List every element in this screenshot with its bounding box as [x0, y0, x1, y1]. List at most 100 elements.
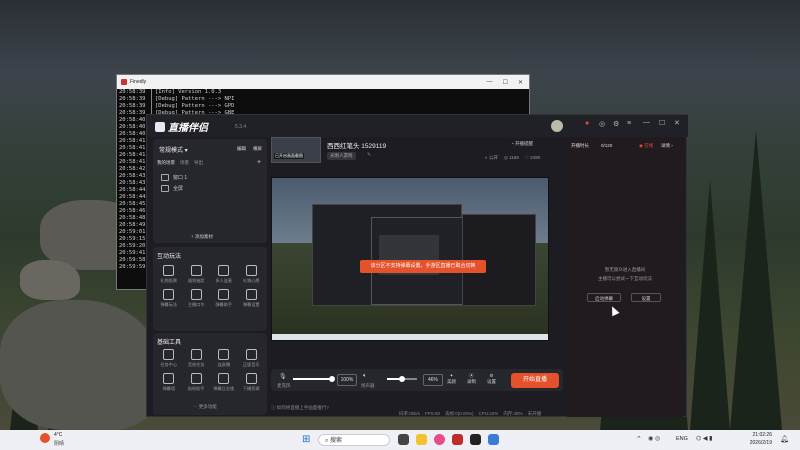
tool-label: 贴纸助手 [187, 385, 205, 391]
details-button[interactable]: 详情 › [661, 143, 673, 149]
notification-bell-icon[interactable]: 🔔︎ [780, 435, 789, 443]
live-reminder-button[interactable]: ◔ 开播提醒 [511, 141, 533, 147]
tool-item[interactable]: 主播口令 [183, 287, 211, 309]
cover-thumbnail[interactable]: 已开启画面截图 [271, 137, 321, 163]
tool-item[interactable]: 连屏播 [210, 347, 238, 369]
microphone-icon[interactable]: 🎙︎ [279, 373, 287, 380]
browser-icon[interactable] [434, 434, 445, 445]
logo-mark-icon [155, 122, 165, 132]
close-icon[interactable]: ✕ [674, 119, 680, 127]
enable-danmaku-button[interactable]: 启动弹幕 [587, 293, 621, 302]
taskbar-search[interactable]: ⌕ 搜索 [318, 434, 390, 446]
speaker-slider[interactable] [387, 376, 417, 382]
app-titlebar[interactable]: 直播伴侣 5.3.4 ● ◎ ⚙ ≡ — ☐ ✕ [147, 115, 688, 137]
more-functions-button[interactable]: ··· 更多功能 [193, 404, 217, 410]
mic-volume[interactable]: 100% [337, 374, 357, 386]
live-state: 未开播 [527, 411, 542, 416]
control-bar: 🎙︎ 麦克风 100% 🔈︎ 扬声器 46% ✦ 美颜 ⦿ 录制 ⚙ 设置 开始直播 [271, 369, 563, 391]
tool-item[interactable]: 任务中心 [155, 347, 183, 369]
speaker-icon[interactable]: 🔈︎ [363, 373, 367, 380]
file-explorer-icon[interactable] [416, 434, 427, 445]
tool-icon [190, 372, 202, 384]
notification-icon[interactable]: ● [585, 120, 589, 127]
room-title[interactable]: 西西红笔头 1529119 [327, 140, 386, 150]
chat-settings-button[interactable]: 设置 [631, 293, 661, 302]
tool-item[interactable]: 礼物投票 [155, 263, 183, 285]
clock-time[interactable]: 21:02:26 [736, 432, 772, 438]
language-indicator[interactable]: ENG [676, 436, 688, 442]
tab-export[interactable]: 导出 [194, 160, 203, 166]
tool-item[interactable]: 贴纸助手 [183, 371, 211, 393]
headset-icon[interactable]: ◎ [599, 120, 605, 128]
tool-item[interactable]: 下播剪辑 [238, 371, 266, 393]
avatar[interactable] [551, 120, 563, 132]
tool-label: 音效任务 [187, 361, 205, 367]
weather-temp[interactable]: 4°C [54, 432, 62, 438]
console-titlebar[interactable]: Finedly — ☐ ✕ [117, 75, 529, 89]
tool-label: 弹幕设置 [242, 301, 260, 307]
edit-icon[interactable]: ✎ [367, 152, 371, 158]
tab-scene[interactable]: 场景 [180, 160, 189, 166]
maximize-icon[interactable]: ☐ [659, 119, 665, 127]
speaker-label: 扬声器 [361, 383, 375, 388]
landscape-toggle[interactable]: 横屏 [253, 146, 262, 152]
settings-button[interactable]: ⚙ 设置 [487, 373, 496, 385]
nested-screen-capture [312, 204, 463, 306]
warning-toast: 该分区不支持弹幕设置，手游区直播已取合切换 [360, 260, 486, 273]
clock-date[interactable]: 2026/2/19 [736, 440, 772, 446]
app-icon[interactable] [452, 434, 463, 445]
add-scene-icon[interactable]: + [257, 159, 261, 166]
network-volume-icons[interactable]: ⌬ ◀ ▮ [696, 435, 713, 442]
mic-slider[interactable] [293, 376, 335, 382]
tray-icons[interactable]: ◉ ◎ [648, 435, 660, 442]
add-source-button[interactable]: + 添加素材 [191, 234, 213, 240]
tool-item[interactable]: 礼物心愿 [238, 263, 266, 285]
room-tag[interactable]: 光明人游戏 [327, 152, 356, 160]
gear-icon[interactable]: ⚙ [613, 120, 619, 128]
tool-item[interactable]: 弹幕日志锁 [210, 371, 238, 393]
beauty-button[interactable]: ✦ 美颜 [447, 373, 456, 385]
basic-tools-panel: 基础工具 任务中心 音效任务 连屏播 正版音乐 弹幕墙 贴纸助手 弹幕日志锁 下播剪辑 ···… [153, 333, 267, 415]
source-item[interactable]: 窗口 1 [153, 172, 267, 183]
tool-item[interactable]: 弹幕设置 [238, 287, 266, 309]
minimize-icon[interactable]: — [487, 79, 493, 86]
close-icon[interactable]: ✕ [518, 79, 523, 86]
tool-item[interactable]: 弹幕玩法 [155, 287, 183, 309]
menu-icon[interactable]: ≡ [627, 120, 631, 127]
tool-item[interactable]: 音效任务 [183, 347, 211, 369]
tool-icon [245, 288, 257, 300]
console-line: 20:58:39 [Info] Version 1.0.3 [119, 89, 222, 96]
maximize-icon[interactable]: ☐ [503, 79, 508, 86]
console-line: 20:58:39 [Debug] Pattern ---> GPD [119, 103, 235, 110]
app-version: 5.3.4 [235, 124, 247, 130]
weather-desc[interactable]: 阴晴 [54, 440, 64, 447]
live-duration-label: 开播时长 [571, 143, 589, 148]
edit-button[interactable]: 编辑 [237, 146, 246, 152]
task-view-icon[interactable] [398, 434, 409, 445]
start-live-button[interactable]: 开始直播 [511, 373, 559, 388]
mode-dropdown[interactable]: 常规模式 ▾ [159, 145, 188, 154]
tool-label: 弹幕玩法 [160, 301, 178, 307]
thumbnail-label: 已开启画面截图 [274, 153, 304, 159]
console-title: Finedly [130, 79, 147, 85]
tool-item[interactable]: 福袋抽奖 [183, 263, 211, 285]
tool-icon [245, 348, 257, 360]
weather-icon[interactable] [40, 433, 50, 443]
tool-item[interactable]: 弹幕助手 [210, 287, 238, 309]
chevron-up-icon[interactable]: ⌃ [636, 435, 642, 443]
tool-item[interactable]: 正版音乐 [238, 347, 266, 369]
start-menu-icon[interactable]: ⊞ [302, 434, 310, 445]
tab-my-scene[interactable]: 我的场景 [157, 160, 175, 166]
speaker-volume[interactable]: 46% [423, 374, 443, 386]
app-icon[interactable] [488, 434, 499, 445]
live-companion-window[interactable]: 直播伴侣 5.3.4 ● ◎ ⚙ ≡ — ☐ ✕ 常规模式 ▾ 编辑 横屏 我的… [146, 114, 688, 417]
tool-item[interactable]: 弹幕墙 [155, 371, 183, 393]
source-item[interactable]: 全屏 [153, 183, 267, 194]
minimize-icon[interactable]: — [643, 119, 650, 126]
record-button[interactable]: ⦿ 录制 [467, 373, 476, 385]
help-link[interactable]: ⓘ 如何将直播上手画面推行? [271, 405, 329, 410]
live-companion-icon[interactable] [470, 434, 481, 445]
scene-panel: 常规模式 ▾ 编辑 横屏 我的场景 场景 导出 + 窗口 1 全屏 + 添加素材 [153, 139, 267, 243]
tool-item[interactable]: 多人连麦 [210, 263, 238, 285]
live-preview[interactable]: 该分区不支持弹幕设置，手游区直播已取合切换 [271, 177, 549, 341]
